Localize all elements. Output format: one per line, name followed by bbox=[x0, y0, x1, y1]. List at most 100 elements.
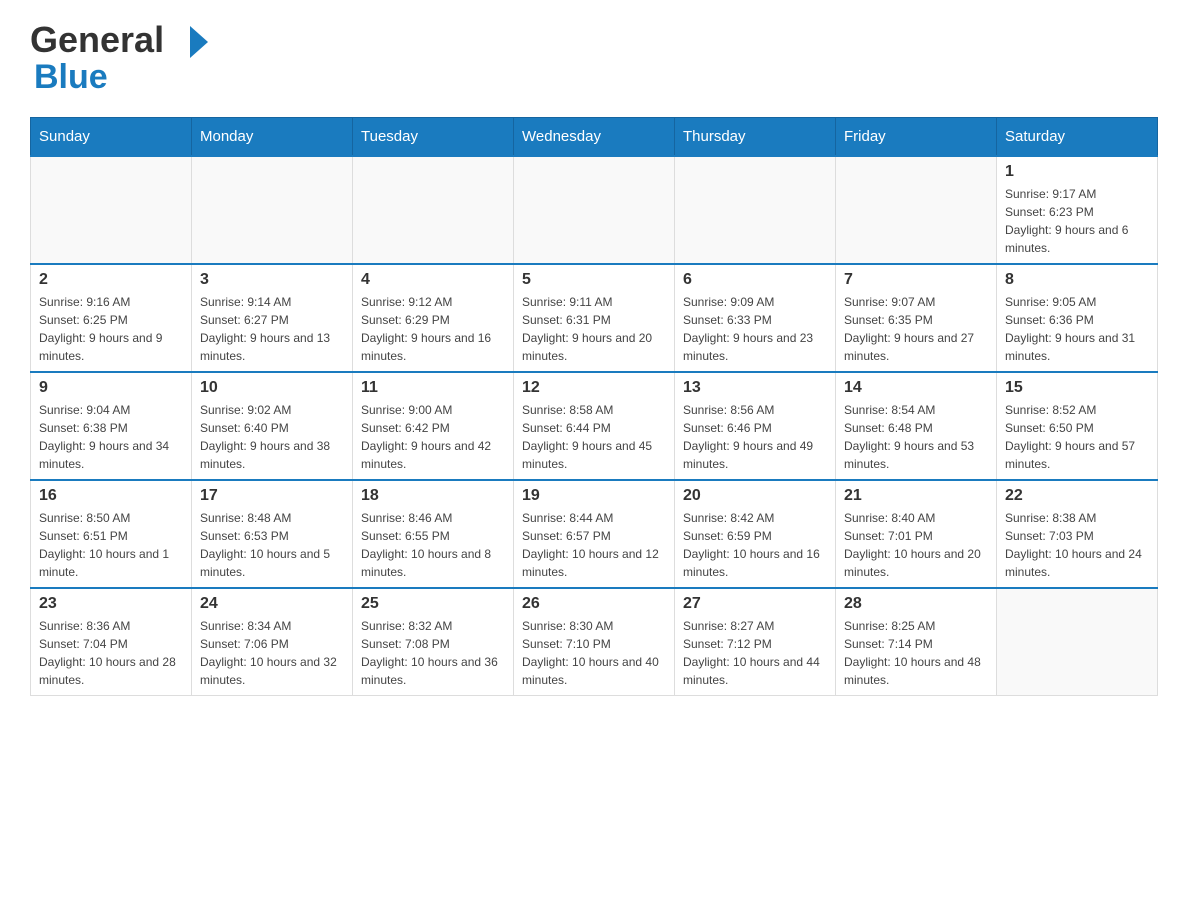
day-number: 27 bbox=[683, 595, 827, 613]
day-info: Sunrise: 9:04 AMSunset: 6:38 PMDaylight:… bbox=[39, 401, 183, 473]
day-number: 22 bbox=[1005, 487, 1149, 505]
day-info: Sunrise: 9:11 AMSunset: 6:31 PMDaylight:… bbox=[522, 293, 666, 365]
day-number: 5 bbox=[522, 271, 666, 289]
calendar-cell bbox=[675, 156, 836, 264]
calendar-cell: 24 Sunrise: 8:34 AMSunset: 7:06 PMDayligh… bbox=[192, 588, 353, 696]
calendar-cell bbox=[836, 156, 997, 264]
calendar-cell: 14 Sunrise: 8:54 AMSunset: 6:48 PMDayligh… bbox=[836, 372, 997, 480]
day-info: Sunrise: 9:00 AMSunset: 6:42 PMDaylight:… bbox=[361, 401, 505, 473]
day-info: Sunrise: 8:38 AMSunset: 7:03 PMDaylight:… bbox=[1005, 509, 1149, 581]
day-info: Sunrise: 9:02 AMSunset: 6:40 PMDaylight:… bbox=[200, 401, 344, 473]
day-header-monday: Monday bbox=[192, 118, 353, 157]
calendar-cell: 3Sunrise: 9:14 AMSunset: 6:27 PMDaylight… bbox=[192, 264, 353, 372]
day-number: 14 bbox=[844, 379, 988, 397]
day-number: 26 bbox=[522, 595, 666, 613]
day-info: Sunrise: 8:52 AMSunset: 6:50 PMDaylight:… bbox=[1005, 401, 1149, 473]
calendar-cell: 20Sunrise: 8:42 AMSunset: 6:59 PMDayligh… bbox=[675, 480, 836, 588]
day-number: 23 bbox=[39, 595, 183, 613]
day-info: Sunrise: 8:46 AMSunset: 6:55 PMDaylight:… bbox=[361, 509, 505, 581]
calendar-cell: 21 Sunrise: 8:40 AMSunset: 7:01 PMDayligh… bbox=[836, 480, 997, 588]
day-number: 24 bbox=[200, 595, 344, 613]
day-number: 13 bbox=[683, 379, 827, 397]
day-number: 4 bbox=[361, 271, 505, 289]
day-header-sunday: Sunday bbox=[31, 118, 192, 157]
calendar-table: SundayMondayTuesdayWednesdayThursdayFrid… bbox=[30, 117, 1158, 696]
day-number: 20 bbox=[683, 487, 827, 505]
day-number: 8 bbox=[1005, 271, 1149, 289]
day-number: 9 bbox=[39, 379, 183, 397]
calendar-cell: 5 Sunrise: 9:11 AMSunset: 6:31 PMDaylight… bbox=[514, 264, 675, 372]
day-info: Sunrise: 9:16 AMSunset: 6:25 PMDaylight:… bbox=[39, 293, 183, 365]
calendar-cell: 27 Sunrise: 8:27 AMSunset: 7:12 PMDayligh… bbox=[675, 588, 836, 696]
logo: GeneralBlue bbox=[30, 20, 210, 97]
calendar-cell: 2 Sunrise: 9:16 AMSunset: 6:25 PMDaylight… bbox=[31, 264, 192, 372]
day-info: Sunrise: 8:50 AMSunset: 6:51 PMDaylight:… bbox=[39, 509, 183, 581]
day-info: Sunrise: 8:54 AMSunset: 6:48 PMDaylight:… bbox=[844, 401, 988, 473]
day-info: Sunrise: 8:32 AMSunset: 7:08 PMDaylight:… bbox=[361, 617, 505, 689]
day-info: Sunrise: 9:12 AMSunset: 6:29 PMDaylight:… bbox=[361, 293, 505, 365]
calendar-cell: 28 Sunrise: 8:25 AMSunset: 7:14 PMDayligh… bbox=[836, 588, 997, 696]
day-number: 15 bbox=[1005, 379, 1149, 397]
calendar-cell: 18 Sunrise: 8:46 AMSunset: 6:55 PMDayligh… bbox=[353, 480, 514, 588]
day-info: Sunrise: 8:27 AMSunset: 7:12 PMDaylight:… bbox=[683, 617, 827, 689]
calendar-cell: 22 Sunrise: 8:38 AMSunset: 7:03 PMDayligh… bbox=[997, 480, 1158, 588]
calendar-cell: 19 Sunrise: 8:44 AMSunset: 6:57 PMDayligh… bbox=[514, 480, 675, 588]
calendar-week-3: 9 Sunrise: 9:04 AMSunset: 6:38 PMDaylight… bbox=[31, 372, 1158, 480]
day-number: 21 bbox=[844, 487, 988, 505]
calendar-week-4: 16 Sunrise: 8:50 AMSunset: 6:51 PMDayligh… bbox=[31, 480, 1158, 588]
day-info: Sunrise: 8:34 AMSunset: 7:06 PMDaylight:… bbox=[200, 617, 344, 689]
day-info: Sunrise: 9:14 AMSunset: 6:27 PMDaylight:… bbox=[200, 293, 344, 365]
day-info: Sunrise: 8:40 AMSunset: 7:01 PMDaylight:… bbox=[844, 509, 988, 581]
day-number: 11 bbox=[361, 379, 505, 397]
calendar-cell: 15 Sunrise: 8:52 AMSunset: 6:50 PMDayligh… bbox=[997, 372, 1158, 480]
calendar-body: 1Sunrise: 9:17 AMSunset: 6:23 PMDaylight… bbox=[31, 156, 1158, 696]
day-number: 17 bbox=[200, 487, 344, 505]
day-number: 28 bbox=[844, 595, 988, 613]
day-number: 6 bbox=[683, 271, 827, 289]
day-number: 19 bbox=[522, 487, 666, 505]
calendar-cell: 9 Sunrise: 9:04 AMSunset: 6:38 PMDaylight… bbox=[31, 372, 192, 480]
day-info: Sunrise: 8:30 AMSunset: 7:10 PMDaylight:… bbox=[522, 617, 666, 689]
calendar-cell: 6 Sunrise: 9:09 AMSunset: 6:33 PMDaylight… bbox=[675, 264, 836, 372]
calendar-cell: 13 Sunrise: 8:56 AMSunset: 6:46 PMDayligh… bbox=[675, 372, 836, 480]
calendar-cell bbox=[997, 588, 1158, 696]
day-info: Sunrise: 9:05 AMSunset: 6:36 PMDaylight:… bbox=[1005, 293, 1149, 365]
calendar-week-5: 23 Sunrise: 8:36 AMSunset: 7:04 PMDayligh… bbox=[31, 588, 1158, 696]
calendar-cell: 1Sunrise: 9:17 AMSunset: 6:23 PMDaylight… bbox=[997, 156, 1158, 264]
calendar-cell bbox=[353, 156, 514, 264]
calendar-cell: 10 Sunrise: 9:02 AMSunset: 6:40 PMDayligh… bbox=[192, 372, 353, 480]
svg-text:General: General bbox=[30, 20, 164, 60]
calendar-week-2: 2 Sunrise: 9:16 AMSunset: 6:25 PMDaylight… bbox=[31, 264, 1158, 372]
calendar-cell: 4 Sunrise: 9:12 AMSunset: 6:29 PMDaylight… bbox=[353, 264, 514, 372]
day-header-thursday: Thursday bbox=[675, 118, 836, 157]
day-info: Sunrise: 9:07 AMSunset: 6:35 PMDaylight:… bbox=[844, 293, 988, 365]
day-number: 12 bbox=[522, 379, 666, 397]
day-number: 2 bbox=[39, 271, 183, 289]
day-number: 10 bbox=[200, 379, 344, 397]
calendar-cell: 25 Sunrise: 8:32 AMSunset: 7:08 PMDayligh… bbox=[353, 588, 514, 696]
day-header-friday: Friday bbox=[836, 118, 997, 157]
day-info: Sunrise: 8:58 AMSunset: 6:44 PMDaylight:… bbox=[522, 401, 666, 473]
day-number: 16 bbox=[39, 487, 183, 505]
day-info: Sunrise: 8:36 AMSunset: 7:04 PMDaylight:… bbox=[39, 617, 183, 689]
day-info: Sunrise: 9:09 AMSunset: 6:33 PMDaylight:… bbox=[683, 293, 827, 365]
day-info: Sunrise: 8:56 AMSunset: 6:46 PMDaylight:… bbox=[683, 401, 827, 473]
calendar-cell: 16 Sunrise: 8:50 AMSunset: 6:51 PMDayligh… bbox=[31, 480, 192, 588]
day-number: 25 bbox=[361, 595, 505, 613]
day-number: 7 bbox=[844, 271, 988, 289]
day-number: 18 bbox=[361, 487, 505, 505]
day-header-saturday: Saturday bbox=[997, 118, 1158, 157]
calendar-cell: 26 Sunrise: 8:30 AMSunset: 7:10 PMDayligh… bbox=[514, 588, 675, 696]
calendar-week-1: 1Sunrise: 9:17 AMSunset: 6:23 PMDaylight… bbox=[31, 156, 1158, 264]
day-info: Sunrise: 9:17 AMSunset: 6:23 PMDaylight:… bbox=[1005, 185, 1149, 257]
calendar-cell bbox=[31, 156, 192, 264]
calendar-cell bbox=[514, 156, 675, 264]
calendar-cell: 12 Sunrise: 8:58 AMSunset: 6:44 PMDayligh… bbox=[514, 372, 675, 480]
calendar-cell: 7 Sunrise: 9:07 AMSunset: 6:35 PMDaylight… bbox=[836, 264, 997, 372]
calendar-cell: 23 Sunrise: 8:36 AMSunset: 7:04 PMDayligh… bbox=[31, 588, 192, 696]
page-header: GeneralBlue bbox=[30, 20, 1158, 97]
day-info: Sunrise: 8:44 AMSunset: 6:57 PMDaylight:… bbox=[522, 509, 666, 581]
days-of-week-row: SundayMondayTuesdayWednesdayThursdayFrid… bbox=[31, 118, 1158, 157]
calendar-header: SundayMondayTuesdayWednesdayThursdayFrid… bbox=[31, 118, 1158, 157]
day-info: Sunrise: 8:25 AMSunset: 7:14 PMDaylight:… bbox=[844, 617, 988, 689]
